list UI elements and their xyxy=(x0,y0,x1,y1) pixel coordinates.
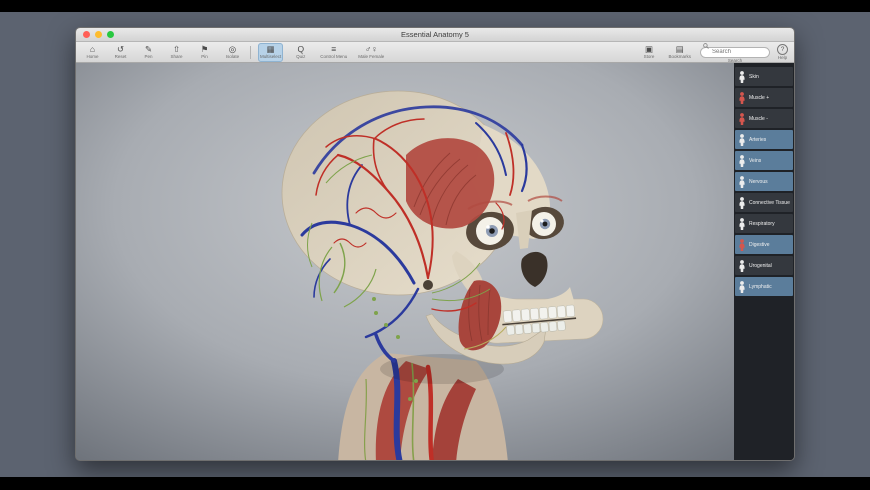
minimize-button[interactable] xyxy=(95,31,102,38)
sidebar-item-label: Lymphatic xyxy=(749,283,772,290)
sidebar-item-connective-tissue[interactable]: Connective Tissue xyxy=(735,193,793,212)
search-input[interactable] xyxy=(700,46,770,58)
toolbar-item-label: Reset xyxy=(114,54,127,59)
sidebar-item-respiratory[interactable]: Respiratory xyxy=(735,214,793,233)
person-icon xyxy=(739,280,745,293)
sidebar-item-nervous[interactable]: Nervous xyxy=(735,172,793,191)
sidebar-item-label: Respiratory xyxy=(749,220,775,227)
sidebar-item-label: Digestive xyxy=(749,241,770,248)
toolbar-item-label: Help xyxy=(777,54,788,60)
zoom-button[interactable] xyxy=(107,31,114,38)
sidebar-item-muscle-minus[interactable]: Muscle - xyxy=(735,109,793,128)
toolbar-item-quiz[interactable]: Q Quiz xyxy=(290,43,311,62)
letterbox-bottom xyxy=(0,477,870,490)
sidebar-item-arteries[interactable]: Arteries xyxy=(735,130,793,149)
toolbar-item-control-menu[interactable]: ≡ Control Menu xyxy=(318,43,349,62)
person-icon xyxy=(739,91,745,104)
person-icon xyxy=(739,70,745,83)
person-icon xyxy=(739,196,745,209)
toolbar-item-label: Pen xyxy=(144,54,153,59)
control-menu-icon: ≡ xyxy=(331,43,337,54)
sidebar-item-label: Veins xyxy=(749,157,762,164)
help-icon: ? xyxy=(777,43,788,55)
letterbox-top xyxy=(0,0,870,12)
sidebar-item-label: Arteries xyxy=(749,136,767,143)
toolbar-item-label: Control Menu xyxy=(320,54,348,59)
anatomy-3d-viewport[interactable] xyxy=(76,63,734,460)
sidebar-item-label: Skin xyxy=(749,73,759,80)
store-icon: ▣ xyxy=(644,43,653,54)
systems-sidebar: Skin Muscle + Muscle - Arteries Veins Ne… xyxy=(734,63,794,460)
anatomy-model-render xyxy=(76,63,734,460)
toolbar-item-label: Multiselect xyxy=(260,54,282,59)
window-title: Essential Anatomy 5 xyxy=(401,30,469,39)
app-window: Essential Anatomy 5 ⌂ Home ↺ Reset ✎ Pen… xyxy=(75,27,795,461)
toolbar-item-pen[interactable]: ✎ Pen xyxy=(138,43,159,62)
gender-toggle-icon: ♂♀ xyxy=(364,43,378,54)
toolbar-item-label: Store xyxy=(643,54,655,59)
toolbar-item-label: Male Female xyxy=(358,54,385,59)
person-icon xyxy=(739,238,745,251)
sidebar-item-lymphatic[interactable]: Lymphatic xyxy=(735,277,793,296)
sidebar-item-muscle-plus[interactable]: Muscle + xyxy=(735,88,793,107)
search-icon xyxy=(703,42,709,49)
traffic-lights xyxy=(83,31,114,38)
person-icon xyxy=(739,175,745,188)
toolbar-item-label: Bookmarks xyxy=(668,54,691,59)
sidebar-item-label: Muscle + xyxy=(749,94,770,101)
toolbar-right-group: ▣ Store ▤ Bookmarks Search Search ? Help xyxy=(638,40,788,64)
sidebar-item-digestive[interactable]: Digestive xyxy=(735,235,793,254)
sidebar-item-label: Urogenital xyxy=(749,262,772,269)
pin-icon: ⚑ xyxy=(200,43,209,54)
person-icon xyxy=(739,259,745,272)
toolbar-item-reset[interactable]: ↺ Reset xyxy=(110,43,131,62)
person-icon xyxy=(739,133,745,146)
sidebar-item-veins[interactable]: Veins xyxy=(735,151,793,170)
toolbar-item-home[interactable]: ⌂ Home xyxy=(82,43,103,62)
sidebar-item-label: Connective Tissue xyxy=(749,199,790,206)
toolbar-item-pin[interactable]: ⚑ Pin xyxy=(194,43,215,62)
sidebar-item-skin[interactable]: Skin xyxy=(735,67,793,86)
multiselect-icon: ▦ xyxy=(266,43,275,54)
sidebar-item-label: Nervous xyxy=(749,178,768,185)
toolbar-item-share[interactable]: ⇧ Share xyxy=(166,43,187,62)
close-button[interactable] xyxy=(83,31,90,38)
toolbar-item-help[interactable]: ? Help xyxy=(777,43,788,61)
share-icon: ⇧ xyxy=(172,43,181,54)
toolbar-item-multiselect[interactable]: ▦ Multiselect xyxy=(258,42,284,62)
content-area: Skin Muscle + Muscle - Arteries Veins Ne… xyxy=(76,63,794,460)
toolbar-item-label: Share xyxy=(170,54,183,59)
toolbar: ⌂ Home ↺ Reset ✎ Pen ⇧ Share ⚑ Pin ◎ Iso… xyxy=(76,42,794,63)
search-area: Search xyxy=(700,40,770,64)
toolbar-item-label: Quiz xyxy=(296,54,306,59)
sidebar-item-urogenital[interactable]: Urogenital xyxy=(735,256,793,275)
toolbar-item-label: Pin xyxy=(201,54,208,59)
toolbar-item-label: Home xyxy=(86,54,99,59)
desktop-background: Essential Anatomy 5 ⌂ Home ↺ Reset ✎ Pen… xyxy=(0,12,870,477)
reset-icon: ↺ xyxy=(116,43,125,54)
quiz-icon: Q xyxy=(297,43,305,54)
sidebar-item-label: Muscle - xyxy=(749,115,768,122)
pen-icon: ✎ xyxy=(144,43,153,54)
toolbar-item-isolate[interactable]: ◎ Isolate xyxy=(222,43,243,62)
person-icon xyxy=(739,154,745,167)
isolate-icon: ◎ xyxy=(228,43,237,54)
toolbar-item-store[interactable]: ▣ Store xyxy=(638,43,659,62)
toolbar-item-gender-toggle[interactable]: ♂♀ Male Female xyxy=(356,43,386,62)
titlebar: Essential Anatomy 5 xyxy=(76,28,794,42)
toolbar-divider xyxy=(250,45,251,59)
home-icon: ⌂ xyxy=(89,43,96,54)
person-icon xyxy=(739,217,745,230)
toolbar-item-bookmarks[interactable]: ▤ Bookmarks xyxy=(666,43,693,62)
person-icon xyxy=(739,112,745,125)
bookmarks-icon: ▤ xyxy=(675,43,684,54)
toolbar-item-label: Isolate xyxy=(225,54,240,59)
